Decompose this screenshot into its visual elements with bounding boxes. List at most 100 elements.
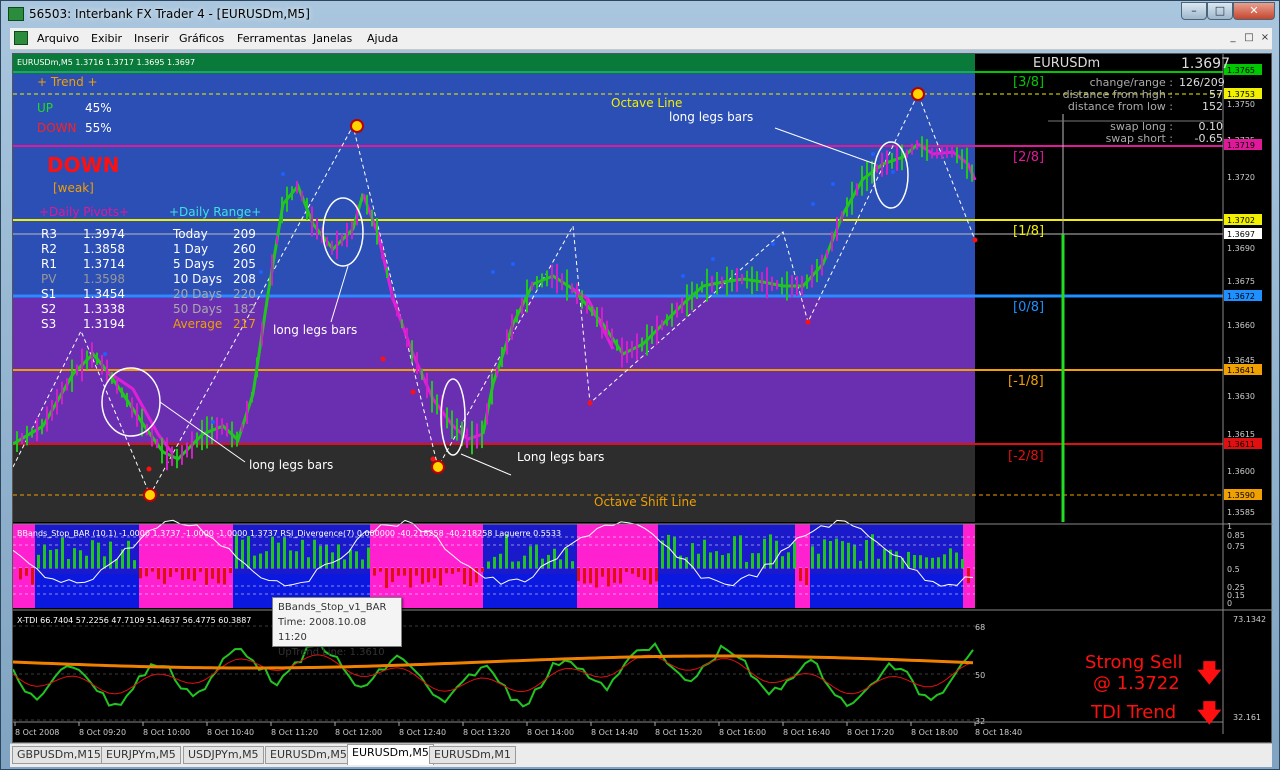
chart-canvas[interactable]: Octave Line Octave Shift Line long legs … <box>13 54 1273 744</box>
histogram-bar <box>697 553 700 568</box>
time-axis-label: 8 Oct 15:20 <box>655 728 702 737</box>
price-axis-label: 1.3611 <box>1227 440 1255 449</box>
stop-dot <box>211 420 215 424</box>
histogram-bar <box>775 540 778 568</box>
histogram-bar <box>733 536 736 568</box>
histogram-bar <box>589 568 592 584</box>
menu-ajuda[interactable]: Ajuda <box>367 32 398 45</box>
stop-dot <box>380 356 386 362</box>
stop-dot <box>711 257 715 261</box>
histogram-bar <box>487 561 490 568</box>
histogram-bar <box>565 548 568 568</box>
histogram-bar <box>751 553 754 568</box>
histogram-bar <box>175 568 178 573</box>
histogram-bar <box>703 539 706 568</box>
info-value: 152 <box>1202 100 1223 113</box>
histogram-bar <box>769 534 772 568</box>
histogram-bar <box>511 561 514 568</box>
swing-high-marker <box>911 87 925 101</box>
histogram-bar <box>253 555 256 568</box>
close-button[interactable]: ✕ <box>1233 2 1275 20</box>
histogram-bar <box>295 551 298 568</box>
histogram-bar <box>97 542 100 568</box>
histogram-bar <box>265 551 268 568</box>
histogram-bar <box>643 568 646 581</box>
trend-signal: DOWN <box>47 153 120 177</box>
time-axis-label: 8 Oct 2008 <box>15 728 59 737</box>
chart-tab[interactable]: EURUSDm,M5 <box>347 744 434 765</box>
histogram-bar <box>919 555 922 568</box>
chart-window[interactable]: Octave Line Octave Shift Line long legs … <box>12 53 1273 744</box>
histogram-bar <box>841 541 844 568</box>
title-bar[interactable]: 56503: Interbank FX Trader 4 - [EURUSDm,… <box>1 1 1279 28</box>
pivot-label: R2 <box>41 242 57 256</box>
menu-arquivo[interactable]: Arquivo <box>37 32 79 45</box>
price-axis-label: 1.3675 <box>1227 277 1255 286</box>
tdi-baseline <box>13 654 974 670</box>
price-axis-label: 1.3615 <box>1227 430 1255 439</box>
histogram-bar <box>631 568 634 574</box>
menu-graficos[interactable]: Gráficos <box>179 32 224 45</box>
histogram-bar <box>277 542 280 568</box>
price-axis-label: 1.3702 <box>1227 216 1255 225</box>
octave-label-minus-2-8: [-2/8] <box>1008 449 1044 464</box>
histogram-bar <box>763 538 766 568</box>
long-legs-label: long legs bars <box>249 458 333 472</box>
histogram-bar <box>85 555 88 568</box>
swing-high-marker <box>350 119 364 133</box>
histogram-bar <box>19 568 22 580</box>
histogram-bar <box>823 539 826 568</box>
histogram-bar <box>403 568 406 576</box>
histogram-bar <box>721 555 724 568</box>
info-value: -0.65 <box>1194 132 1223 145</box>
histogram-bar <box>355 551 358 568</box>
time-axis-label: 8 Oct 12:40 <box>399 728 446 737</box>
mdi-close-button[interactable]: × <box>1258 31 1272 45</box>
chart-tab[interactable]: EURUSDm,M1 <box>429 746 516 764</box>
stop-dot <box>831 182 835 186</box>
stop-dot <box>681 274 685 278</box>
histogram-bar <box>943 554 946 568</box>
price-axis-label: 1.3630 <box>1227 392 1255 401</box>
chart-tab[interactable]: GBPUSDm,M15 <box>12 746 106 764</box>
histogram-bar <box>373 568 376 576</box>
time-axis-label: 8 Oct 16:00 <box>719 728 766 737</box>
menu-ferramentas[interactable]: Ferramentas <box>237 32 306 45</box>
chart-tab[interactable]: EURUSDm,M5 <box>265 746 352 764</box>
histogram-bar <box>877 558 880 568</box>
price-axis-label: 1.3660 <box>1227 321 1255 330</box>
histogram-bar <box>559 559 562 568</box>
histogram-bar <box>577 568 580 582</box>
histogram-bar <box>757 553 760 568</box>
histogram-bar <box>817 553 820 568</box>
octave-line-label: Octave Line <box>611 96 682 110</box>
mdi-icon[interactable] <box>14 31 28 45</box>
trend-down-label: DOWN <box>37 121 77 135</box>
menu-exibir[interactable]: Exibir <box>91 32 122 45</box>
maximize-button[interactable]: □ <box>1207 2 1233 20</box>
pivot-value: 1.3974 <box>83 227 125 241</box>
range-label: Today <box>173 227 208 241</box>
histogram-bar <box>427 568 430 583</box>
strong-sell-price: @ 1.3722 <box>1093 673 1180 694</box>
histogram-bar <box>49 549 52 568</box>
time-axis-label: 8 Oct 10:40 <box>207 728 254 737</box>
range-value: 205 <box>233 257 256 271</box>
histogram-bar <box>391 568 394 583</box>
histogram-bar <box>499 553 502 568</box>
chart-tab[interactable]: EURJPYm,M5 <box>101 746 181 764</box>
histogram-bar <box>583 568 586 584</box>
menu-janelas[interactable]: Janelas <box>313 32 352 45</box>
menu-inserir[interactable]: Inserir <box>134 32 169 45</box>
octave-label-minus-1-8: [-1/8] <box>1008 374 1044 389</box>
octave-label-1-8: [1/8] <box>1013 224 1044 239</box>
chart-tab[interactable]: USDJPYm,M5 <box>183 746 264 764</box>
indicator1-axis-label: 0.5 <box>1227 565 1240 574</box>
minimize-button[interactable]: – <box>1181 2 1207 20</box>
histogram-bar <box>337 544 340 568</box>
histogram-bar <box>727 553 730 568</box>
histogram-bar <box>31 568 34 585</box>
mdi-restore-button[interactable]: □ <box>1242 31 1256 45</box>
time-axis-label: 8 Oct 18:40 <box>975 728 1022 737</box>
mdi-minimize-button[interactable]: _ <box>1226 31 1240 45</box>
